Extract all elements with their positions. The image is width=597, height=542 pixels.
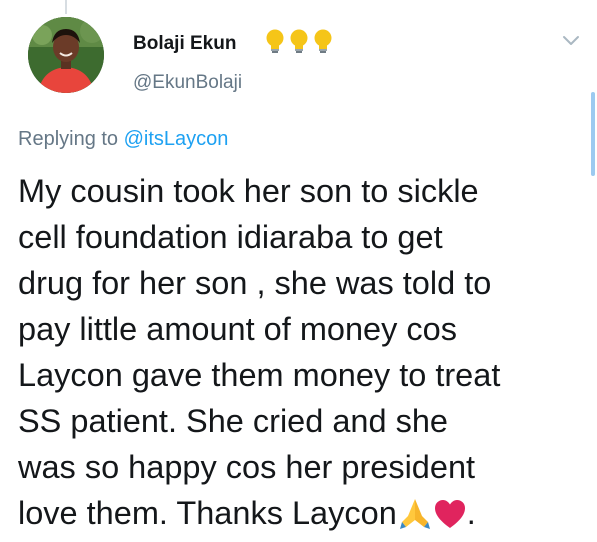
lightbulb-icon [290,29,308,53]
author-display-name[interactable]: Bolaji Ekun [133,33,236,55]
replying-to-label: Replying to [18,128,119,150]
tweet-text-line: was so happy cos her president [18,449,476,485]
avatar[interactable] [28,17,104,93]
lightbulb-icon [314,29,332,53]
avatar-photo [28,17,104,93]
tweet-menu-button[interactable] [559,28,583,52]
scrollbar[interactable] [591,92,595,176]
tweet-text-line: love them. Thanks Laycon [18,495,397,531]
tweet-text-line: Laycon gave them money to treat [18,357,501,393]
author-handle[interactable]: @EkunBolaji [133,72,242,94]
thread-connector-line [65,0,67,14]
reply-mention-link[interactable]: @itsLaycon [124,128,229,150]
chevron-down-icon [563,36,579,45]
tweet-text-line: SS patient. She cried and she [18,403,449,439]
tweet-text-line: drug for her son , she was told to [18,265,492,301]
tweet-text-line: My cousin took her son to sickle [18,173,479,209]
tweet-text-end: . [466,495,476,531]
author-name-emoji [264,28,334,54]
lightbulb-icon [266,29,284,53]
tweet-text-line: cell foundation idiaraba to get [18,219,443,255]
replying-to: Replying to @itsLaycon [18,128,228,151]
tweet-text: My cousin took her son to sickle cell fo… [18,168,588,542]
tweet-text-line: pay little amount of money cos [18,311,457,347]
tweet-text-last-line: love them. Thanks Laycon. [18,490,588,542]
folded-hands-icon [398,496,432,542]
red-heart-icon [433,496,467,542]
